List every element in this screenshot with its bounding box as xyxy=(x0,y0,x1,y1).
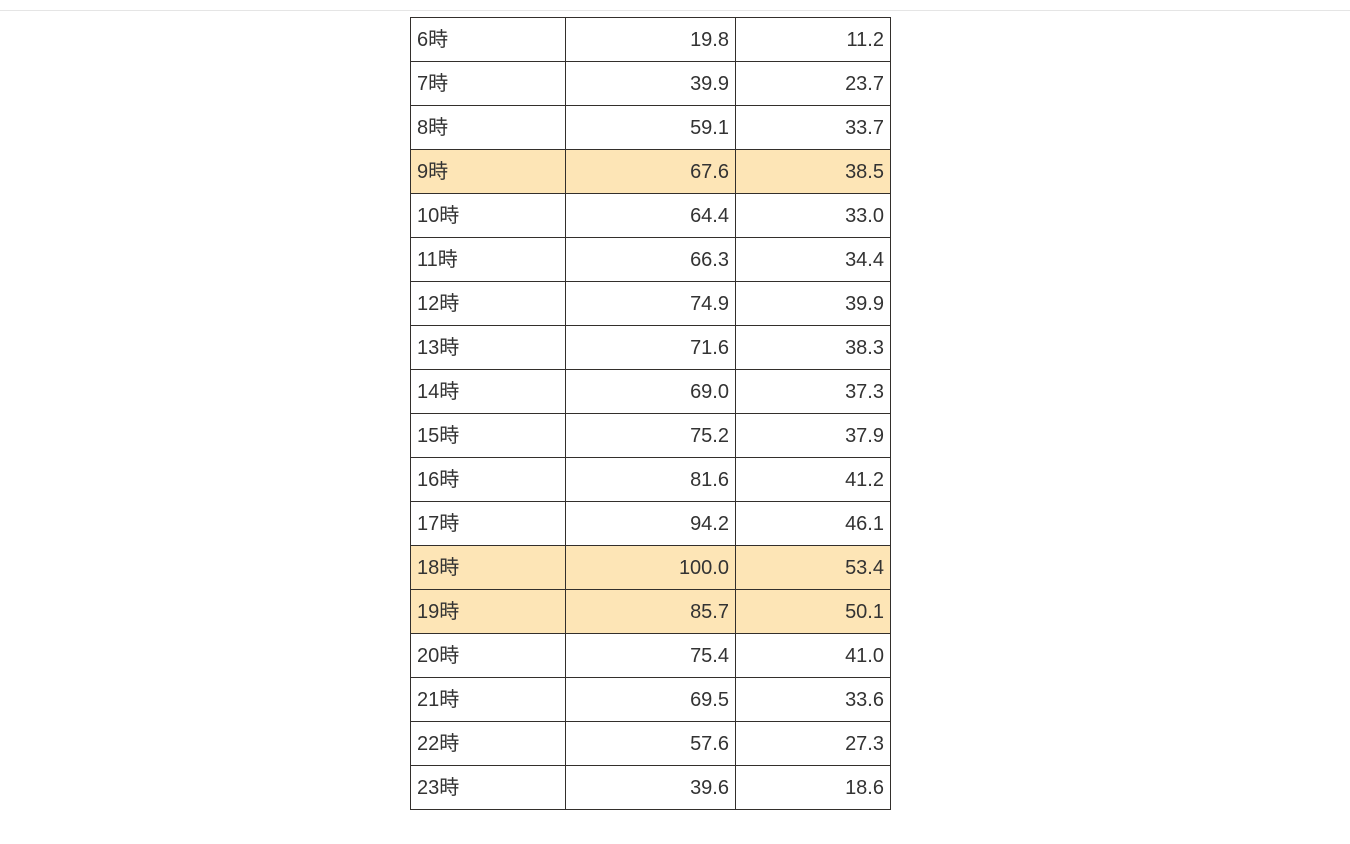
hour-cell: 17時 xyxy=(411,502,566,546)
value1-cell: 100.0 xyxy=(566,546,736,590)
table-row: 16時81.641.2 xyxy=(411,458,891,502)
value1-cell: 69.0 xyxy=(566,370,736,414)
value2-cell: 50.1 xyxy=(736,590,891,634)
hour-cell: 18時 xyxy=(411,546,566,590)
hour-cell: 21時 xyxy=(411,678,566,722)
hour-cell: 13時 xyxy=(411,326,566,370)
table-row: 20時75.441.0 xyxy=(411,634,891,678)
value1-cell: 75.2 xyxy=(566,414,736,458)
value2-cell: 11.2 xyxy=(736,18,891,62)
hour-cell: 15時 xyxy=(411,414,566,458)
value2-cell: 23.7 xyxy=(736,62,891,106)
table-row: 8時59.133.7 xyxy=(411,106,891,150)
hour-cell: 11時 xyxy=(411,238,566,282)
value1-cell: 19.8 xyxy=(566,18,736,62)
table-row: 14時69.037.3 xyxy=(411,370,891,414)
table-row: 19時85.750.1 xyxy=(411,590,891,634)
value1-cell: 81.6 xyxy=(566,458,736,502)
hour-cell: 6時 xyxy=(411,18,566,62)
value2-cell: 41.2 xyxy=(736,458,891,502)
hour-cell: 7時 xyxy=(411,62,566,106)
value2-cell: 46.1 xyxy=(736,502,891,546)
table-row: 15時75.237.9 xyxy=(411,414,891,458)
value1-cell: 39.9 xyxy=(566,62,736,106)
value1-cell: 69.5 xyxy=(566,678,736,722)
hour-cell: 16時 xyxy=(411,458,566,502)
hour-cell: 20時 xyxy=(411,634,566,678)
table-row: 10時64.433.0 xyxy=(411,194,891,238)
hourly-table-container: 6時19.811.27時39.923.78時59.133.79時67.638.5… xyxy=(0,17,1350,810)
value2-cell: 33.7 xyxy=(736,106,891,150)
value1-cell: 59.1 xyxy=(566,106,736,150)
table-row: 13時71.638.3 xyxy=(411,326,891,370)
value1-cell: 39.6 xyxy=(566,766,736,810)
hour-cell: 14時 xyxy=(411,370,566,414)
value1-cell: 67.6 xyxy=(566,150,736,194)
value2-cell: 53.4 xyxy=(736,546,891,590)
table-row: 12時74.939.9 xyxy=(411,282,891,326)
value2-cell: 37.3 xyxy=(736,370,891,414)
hour-cell: 22時 xyxy=(411,722,566,766)
table-row: 17時94.246.1 xyxy=(411,502,891,546)
page-divider xyxy=(0,10,1350,11)
table-row: 23時39.618.6 xyxy=(411,766,891,810)
value2-cell: 41.0 xyxy=(736,634,891,678)
value2-cell: 33.0 xyxy=(736,194,891,238)
table-row: 18時100.053.4 xyxy=(411,546,891,590)
hour-cell: 10時 xyxy=(411,194,566,238)
value1-cell: 64.4 xyxy=(566,194,736,238)
hour-cell: 9時 xyxy=(411,150,566,194)
table-row: 21時69.533.6 xyxy=(411,678,891,722)
table-row: 22時57.627.3 xyxy=(411,722,891,766)
hour-cell: 12時 xyxy=(411,282,566,326)
value2-cell: 34.4 xyxy=(736,238,891,282)
value2-cell: 18.6 xyxy=(736,766,891,810)
value1-cell: 71.6 xyxy=(566,326,736,370)
hour-cell: 23時 xyxy=(411,766,566,810)
value2-cell: 27.3 xyxy=(736,722,891,766)
value2-cell: 38.3 xyxy=(736,326,891,370)
table-row: 11時66.334.4 xyxy=(411,238,891,282)
table-row: 9時67.638.5 xyxy=(411,150,891,194)
value2-cell: 39.9 xyxy=(736,282,891,326)
value2-cell: 38.5 xyxy=(736,150,891,194)
hourly-data-table: 6時19.811.27時39.923.78時59.133.79時67.638.5… xyxy=(410,17,891,810)
table-row: 6時19.811.2 xyxy=(411,18,891,62)
value1-cell: 85.7 xyxy=(566,590,736,634)
value2-cell: 37.9 xyxy=(736,414,891,458)
value1-cell: 66.3 xyxy=(566,238,736,282)
table-row: 7時39.923.7 xyxy=(411,62,891,106)
value1-cell: 57.6 xyxy=(566,722,736,766)
hour-cell: 8時 xyxy=(411,106,566,150)
value2-cell: 33.6 xyxy=(736,678,891,722)
value1-cell: 75.4 xyxy=(566,634,736,678)
value1-cell: 74.9 xyxy=(566,282,736,326)
value1-cell: 94.2 xyxy=(566,502,736,546)
hour-cell: 19時 xyxy=(411,590,566,634)
